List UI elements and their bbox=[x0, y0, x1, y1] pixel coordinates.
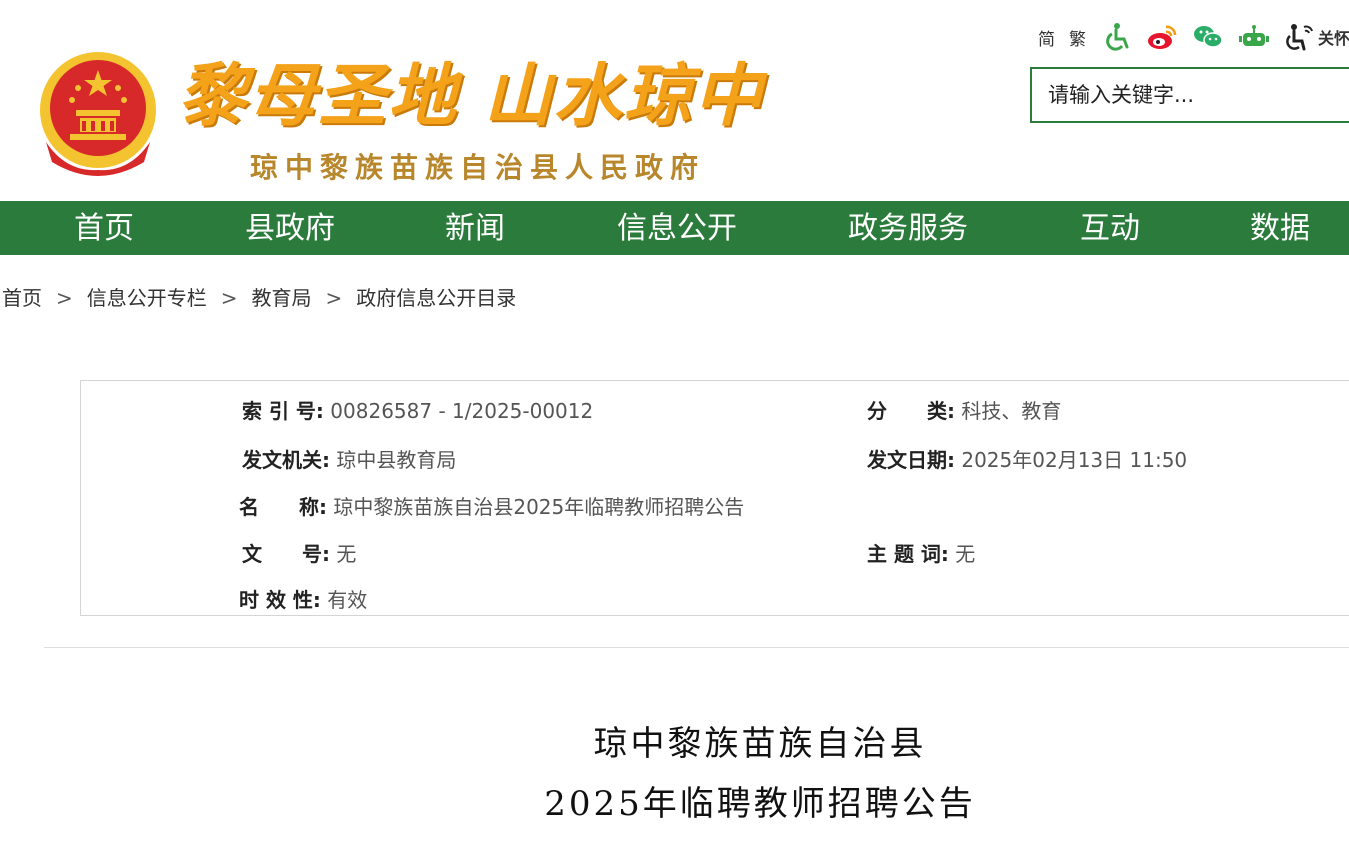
issuer-value: 琼中县教育局 bbox=[336, 448, 457, 472]
breadcrumb: 首页 > 信息公开专栏 > 教育局 > 政府信息公开目录 bbox=[2, 282, 516, 311]
document-number-value: 无 bbox=[336, 542, 357, 566]
nav-item-data[interactable]: 数据 bbox=[1250, 201, 1310, 257]
main-nav: 首页 县政府 新闻 信息公开 政务服务 互动 数据 bbox=[0, 201, 1349, 255]
nav-item-county-government[interactable]: 县政府 bbox=[245, 201, 335, 257]
breadcrumb-separator: > bbox=[56, 286, 73, 310]
site-header: 黎母圣地 山水琼中 琼中黎族苗族自治县人民政府 简 繁 关怀 请输入关键字... bbox=[0, 0, 1349, 200]
validity-field: 时 效 性: 有效 bbox=[239, 584, 367, 613]
article-title-line-1: 琼中黎族苗族自治县 bbox=[593, 724, 927, 764]
validity-label: 时 效 性: bbox=[239, 588, 321, 612]
issue-date-label: 发文日期: bbox=[867, 448, 955, 472]
nav-item-gov-services[interactable]: 政务服务 bbox=[848, 201, 968, 257]
issuer-label: 发文机关: bbox=[242, 448, 330, 472]
breadcrumb-separator: > bbox=[325, 286, 343, 310]
name-label: 名 称: bbox=[239, 495, 327, 519]
site-slogan: 黎母圣地 山水琼中 bbox=[178, 56, 764, 136]
wechat-icon[interactable] bbox=[1192, 21, 1224, 53]
name-field: 名 称: 琼中黎族苗族自治县2025年临聘教师招聘公告 bbox=[239, 491, 744, 520]
category-value: 科技、教育 bbox=[961, 399, 1062, 423]
breadcrumb-home[interactable]: 首页 bbox=[2, 286, 42, 310]
breadcrumb-education-bureau[interactable]: 教育局 bbox=[252, 286, 312, 310]
validity-value: 有效 bbox=[327, 588, 368, 612]
breadcrumb-info-catalog[interactable]: 政府信息公开目录 bbox=[356, 286, 516, 310]
subject-terms-label: 主 题 词: bbox=[867, 542, 949, 566]
issuer-field: 发文机关: 琼中县教育局 bbox=[242, 444, 456, 473]
traditional-chinese-link[interactable]: 繁 bbox=[1069, 25, 1086, 50]
document-info-box: 索 引 号: 00826587 - 1/2025-00012 分 类: 科技、教… bbox=[80, 380, 1349, 616]
site-name: 琼中黎族苗族自治县人民政府 bbox=[250, 151, 706, 184]
category-field: 分 类: 科技、教育 bbox=[867, 395, 1061, 424]
index-number-label: 索 引 号: bbox=[242, 399, 324, 423]
subject-terms-field: 主 题 词: 无 bbox=[867, 538, 975, 567]
search-box bbox=[1030, 67, 1349, 123]
article-title-line-2: 2025年临聘教师招聘公告 bbox=[544, 784, 976, 824]
nav-item-interaction[interactable]: 互动 bbox=[1080, 201, 1140, 257]
nav-item-news[interactable]: 新闻 bbox=[445, 201, 505, 257]
nav-item-home[interactable]: 首页 bbox=[74, 201, 134, 257]
search-input[interactable] bbox=[1032, 69, 1348, 121]
national-emblem-icon bbox=[40, 52, 156, 176]
document-number-label: 文 号: bbox=[242, 542, 330, 566]
header-tools: 简 繁 关怀 bbox=[1038, 20, 1349, 54]
care-mode-link[interactable]: 关怀版 bbox=[1318, 25, 1349, 49]
index-number-field: 索 引 号: 00826587 - 1/2025-00012 bbox=[242, 395, 593, 424]
robot-icon[interactable] bbox=[1238, 21, 1270, 53]
weibo-icon[interactable] bbox=[1146, 21, 1178, 53]
document-number-field: 文 号: 无 bbox=[242, 538, 356, 567]
accessibility-icon[interactable] bbox=[1100, 21, 1132, 53]
divider bbox=[44, 647, 1349, 648]
index-number-value: 00826587 - 1/2025-00012 bbox=[330, 399, 594, 423]
category-label: 分 类: bbox=[867, 399, 955, 423]
simplified-chinese-link[interactable]: 简 bbox=[1038, 25, 1055, 50]
subject-terms-value: 无 bbox=[955, 542, 976, 566]
issue-date-value: 2025年02月13日 11:50 bbox=[961, 448, 1188, 472]
breadcrumb-info-column[interactable]: 信息公开专栏 bbox=[87, 286, 207, 310]
elder-care-icon[interactable] bbox=[1284, 21, 1316, 53]
breadcrumb-separator: > bbox=[220, 286, 238, 310]
nav-item-info-disclosure[interactable]: 信息公开 bbox=[617, 201, 737, 257]
name-value: 琼中黎族苗族自治县2025年临聘教师招聘公告 bbox=[333, 495, 745, 519]
issue-date-field: 发文日期: 2025年02月13日 11:50 bbox=[867, 444, 1187, 473]
